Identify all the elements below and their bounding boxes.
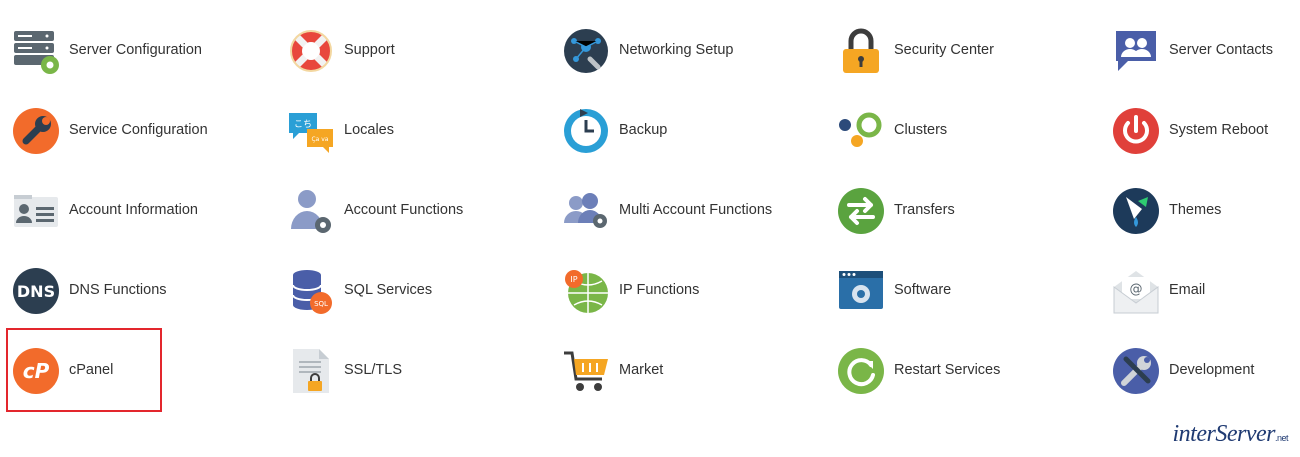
transfer-arrows-icon — [837, 187, 885, 235]
service-configuration-link[interactable]: Service Configuration — [0, 100, 260, 160]
restart-icon — [837, 347, 885, 395]
item-label: Support — [344, 42, 395, 58]
contacts-icon — [1112, 27, 1160, 75]
svg-text:SQL: SQL — [314, 300, 328, 308]
dns-functions-link[interactable]: DNS DNS Functions — [0, 260, 260, 320]
item-label: Service Configuration — [69, 122, 208, 138]
wrench-icon — [12, 107, 60, 155]
item-label: DNS Functions — [69, 282, 167, 298]
certificate-lock-icon — [287, 347, 335, 395]
item-label: Themes — [1169, 202, 1222, 218]
server-gear-icon — [12, 27, 60, 75]
item-label: Development — [1169, 362, 1255, 378]
svg-text:Ça va: Ça va — [311, 136, 328, 143]
tools-icon — [1112, 347, 1160, 395]
item-label: Security Center — [894, 42, 994, 58]
item-label: Clusters — [894, 122, 948, 138]
dns-icon: DNS — [12, 267, 60, 315]
svg-text:IP: IP — [570, 275, 577, 284]
item-label: Backup — [619, 122, 668, 138]
restart-services-link[interactable]: Restart Services — [825, 340, 1085, 400]
ip-functions-link[interactable]: IP IP Functions — [550, 260, 810, 320]
users-gear-icon — [562, 187, 610, 235]
lifebuoy-icon — [287, 27, 335, 75]
locales-link[interactable]: こち Ça va Locales — [275, 100, 535, 160]
email-link[interactable]: @ Email — [1100, 260, 1300, 320]
svg-text:@: @ — [1130, 282, 1143, 297]
system-reboot-link[interactable]: System Reboot — [1100, 100, 1300, 160]
item-label: Transfers — [894, 202, 955, 218]
item-label: Account Information — [69, 202, 198, 218]
item-label: cPanel — [69, 362, 114, 378]
item-label: Networking Setup — [619, 42, 734, 58]
item-label: Account Functions — [344, 202, 464, 218]
item-label: SSL/TLS — [344, 362, 403, 378]
network-wrench-icon — [562, 27, 610, 75]
cpanel-link[interactable]: cP cPanel — [0, 340, 260, 400]
speech-bubbles-icon: こち Ça va — [287, 107, 335, 155]
themes-link[interactable]: Themes — [1100, 180, 1300, 240]
account-functions-link[interactable]: Account Functions — [275, 180, 535, 240]
item-label: Multi Account Functions — [619, 202, 773, 218]
software-window-icon — [837, 267, 885, 315]
server-configuration-link[interactable]: Server Configuration — [0, 20, 260, 80]
backup-link[interactable]: Backup — [550, 100, 810, 160]
item-label: Restart Services — [894, 362, 1001, 378]
item-label: Email — [1169, 282, 1206, 298]
cpanel-icon: cP — [12, 347, 60, 395]
multi-account-functions-link[interactable]: Multi Account Functions — [550, 180, 810, 240]
item-label: Server Configuration — [69, 42, 202, 58]
item-label: Server Contacts — [1169, 42, 1273, 58]
power-icon — [1112, 107, 1160, 155]
id-card-icon — [12, 187, 60, 235]
item-label: Market — [619, 362, 664, 378]
market-link[interactable]: Market — [550, 340, 810, 400]
development-link[interactable]: Development — [1100, 340, 1300, 400]
svg-text:cP: cP — [23, 359, 50, 383]
sql-services-link[interactable]: SQL SQL Services — [275, 260, 535, 320]
envelope-icon: @ — [1112, 267, 1160, 315]
globe-ip-icon: IP — [562, 267, 610, 315]
svg-text:こち: こち — [294, 119, 312, 130]
item-label: Software — [894, 282, 952, 298]
account-information-link[interactable]: Account Information — [0, 180, 260, 240]
item-label: System Reboot — [1169, 122, 1269, 138]
transfers-link[interactable]: Transfers — [825, 180, 1085, 240]
security-center-link[interactable]: Security Center — [825, 20, 1085, 80]
item-label: Locales — [344, 122, 394, 138]
padlock-icon — [837, 27, 885, 75]
clock-backup-icon — [562, 107, 610, 155]
support-link[interactable]: Support — [275, 20, 535, 80]
logo-text: interServer — [1172, 421, 1276, 447]
user-gear-icon — [287, 187, 335, 235]
item-label: IP Functions — [619, 282, 700, 298]
server-contacts-link[interactable]: Server Contacts — [1100, 20, 1300, 80]
clusters-link[interactable]: Clusters — [825, 100, 1085, 160]
software-link[interactable]: Software — [825, 260, 1085, 320]
ssl-tls-link[interactable]: SSL/TLS — [275, 340, 535, 400]
shopping-cart-icon — [562, 347, 610, 395]
paint-icon — [1112, 187, 1160, 235]
item-label: SQL Services — [344, 282, 433, 298]
database-sql-icon: SQL — [287, 267, 335, 315]
networking-setup-link[interactable]: Networking Setup — [550, 20, 810, 80]
svg-text:DNS: DNS — [17, 282, 55, 301]
clusters-icon — [837, 107, 885, 155]
logo-suffix: .net — [1274, 433, 1289, 443]
interserver-logo: interServer.net — [1172, 419, 1289, 449]
